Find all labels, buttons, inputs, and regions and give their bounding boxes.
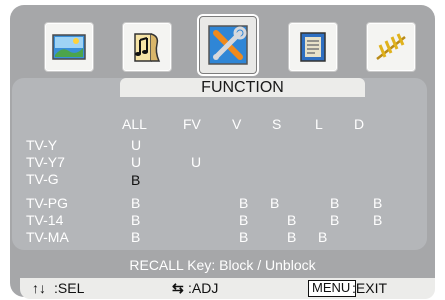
rating-row-label: TV-Y bbox=[26, 137, 58, 153]
rating-cell[interactable]: B bbox=[330, 212, 339, 228]
function-tools-icon bbox=[208, 25, 248, 65]
rating-cell[interactable]: B bbox=[318, 229, 327, 245]
rating-cell[interactable]: U bbox=[131, 154, 141, 170]
rating-cell[interactable]: B bbox=[287, 212, 296, 228]
rating-row-label: TV-PG bbox=[26, 195, 69, 211]
rating-cell[interactable]: B bbox=[239, 229, 248, 245]
up-down-arrows-icon: ↑↓ bbox=[32, 280, 46, 296]
rating-cell[interactable]: B bbox=[373, 212, 382, 228]
rating-cell[interactable]: B bbox=[239, 195, 248, 211]
rating-cell[interactable]: U bbox=[131, 137, 141, 153]
rating-cell[interactable]: U bbox=[191, 154, 201, 170]
rating-cell[interactable]: B bbox=[131, 229, 140, 245]
rating-cell[interactable]: B bbox=[373, 195, 382, 211]
sel-hint: :SEL bbox=[54, 280, 85, 296]
left-right-arrows-icon: ⇆ bbox=[172, 280, 184, 296]
rating-row-label: TV-Y7 bbox=[26, 154, 65, 170]
rating-cell[interactable]: B bbox=[131, 212, 140, 228]
column-header-v: V bbox=[232, 116, 242, 132]
rating-row-label: TV-G bbox=[26, 171, 59, 187]
rating-cell[interactable]: B bbox=[239, 212, 248, 228]
picture-tab[interactable] bbox=[44, 22, 94, 72]
rating-cell[interactable]: B bbox=[131, 195, 140, 211]
recall-hint: RECALL Key: Block / Unblock bbox=[129, 257, 316, 273]
rating-row-label: TV-14 bbox=[26, 212, 64, 228]
column-header-s: S bbox=[272, 116, 282, 132]
info-tab[interactable] bbox=[288, 22, 338, 72]
function-panel: FUNCTION bbox=[12, 78, 427, 250]
function-tab[interactable] bbox=[199, 16, 257, 74]
info-icon bbox=[300, 32, 326, 62]
rating-row-label: TV-MA bbox=[26, 229, 69, 245]
rating-cell[interactable]: B bbox=[330, 195, 339, 211]
picture-icon bbox=[52, 34, 86, 60]
menu-key-label: MENU bbox=[312, 280, 351, 295]
column-header-l: L bbox=[315, 116, 323, 132]
adj-hint: :ADJ bbox=[188, 280, 219, 296]
page-title: FUNCTION bbox=[120, 78, 365, 97]
column-header-all: ALL bbox=[122, 116, 147, 132]
rating-cell[interactable]: B bbox=[287, 229, 296, 245]
column-header-d: D bbox=[354, 116, 365, 132]
rating-cell-selected[interactable]: B bbox=[131, 172, 140, 188]
music-tab[interactable] bbox=[122, 22, 172, 72]
key-guide-bar: ↑↓ :SEL ⇆ :ADJ MENU :EXIT bbox=[20, 278, 435, 299]
channel-tab[interactable] bbox=[366, 22, 416, 72]
music-icon bbox=[134, 33, 161, 62]
menu-icon-bar bbox=[44, 16, 424, 79]
column-header-fv: FV bbox=[183, 116, 201, 132]
exit-hint: :EXIT bbox=[352, 280, 388, 296]
rating-cell[interactable]: B bbox=[270, 195, 279, 211]
antenna-icon bbox=[376, 33, 406, 60]
